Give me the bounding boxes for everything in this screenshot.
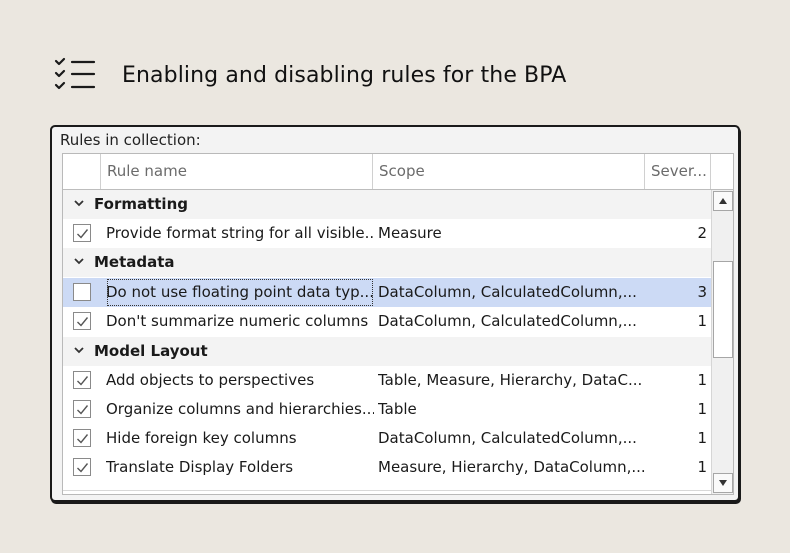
- rule-severity: 1: [697, 458, 707, 476]
- rule-enabled-checkbox[interactable]: [73, 224, 91, 242]
- rule-name: Hide foreign key columns: [106, 429, 297, 447]
- group-row-metadata[interactable]: Metadata: [63, 248, 711, 277]
- vertical-scrollbar[interactable]: [711, 190, 733, 494]
- rule-name: Organize columns and hierarchies...: [106, 400, 374, 418]
- checklist-icon: [54, 57, 96, 90]
- rule-name: Add objects to perspectives: [106, 371, 315, 389]
- chevron-down-icon[interactable]: [73, 344, 85, 356]
- checkmark-icon: [77, 317, 89, 327]
- rule-severity: 1: [697, 312, 707, 330]
- rule-name: Don't summarize numeric columns: [106, 312, 369, 330]
- rule-name: Provide format string for all visible...: [106, 224, 374, 242]
- rule-scope: Table, Measure, Hierarchy, DataC...: [378, 371, 643, 389]
- rule-scope: DataColumn, CalculatedColumn,...: [378, 312, 637, 330]
- rules-dialog: Rules in collection: Rule name Scope Sev…: [50, 125, 740, 502]
- rule-row[interactable]: Organize columns and hierarchies... Tabl…: [63, 395, 711, 424]
- rule-enabled-checkbox[interactable]: [73, 400, 91, 418]
- checkmark-icon: [77, 376, 89, 386]
- grid-header: Rule name Scope Sever...: [63, 154, 733, 190]
- checkmark-icon: [77, 405, 89, 415]
- rule-scope: Measure: [378, 224, 442, 242]
- scroll-up-button[interactable]: [713, 191, 733, 211]
- group-row-model-layout[interactable]: Model Layout: [63, 337, 711, 366]
- rule-severity: 1: [697, 400, 707, 418]
- rule-severity: 1: [697, 371, 707, 389]
- page-header: Enabling and disabling rules for the BPA: [54, 57, 566, 93]
- rule-row[interactable]: Don't summarize numeric columns DataColu…: [63, 307, 711, 336]
- checkmark-icon: [77, 434, 89, 444]
- page-title: Enabling and disabling rules for the BPA: [122, 62, 567, 88]
- arrow-down-icon: [719, 480, 727, 486]
- group-label: Model Layout: [94, 342, 208, 360]
- rule-enabled-checkbox[interactable]: [73, 312, 91, 330]
- rule-severity: 3: [697, 283, 707, 301]
- group-label: Metadata: [94, 253, 175, 271]
- rule-row[interactable]: Add objects to perspectives Table, Measu…: [63, 366, 711, 395]
- column-header-scope[interactable]: Scope: [373, 154, 645, 189]
- arrow-up-icon: [719, 198, 727, 204]
- rule-name: Do not use floating point data typ...: [106, 278, 374, 307]
- rule-scope: DataColumn, CalculatedColumn,...: [378, 283, 637, 301]
- column-header-rule-name[interactable]: Rule name: [101, 154, 373, 189]
- rule-enabled-checkbox[interactable]: [73, 458, 91, 476]
- rule-row[interactable]: Hide foreign key columns DataColumn, Cal…: [63, 424, 711, 453]
- checkmark-icon: [77, 463, 89, 473]
- scroll-down-button[interactable]: [713, 473, 733, 493]
- rule-severity: 2: [697, 224, 707, 242]
- chevron-down-icon[interactable]: [73, 197, 85, 209]
- column-header-severity[interactable]: Sever...: [645, 154, 711, 189]
- rule-row[interactable]: Translate Display Folders Measure, Hiera…: [63, 453, 711, 482]
- rule-scope: Measure, Hierarchy, DataColumn,...: [378, 458, 646, 476]
- rule-scope: Table: [378, 400, 417, 418]
- group-row-formatting[interactable]: Formatting: [63, 190, 711, 219]
- header-checkbox-column[interactable]: [63, 154, 101, 189]
- rule-row-selected[interactable]: Do not use floating point data typ... Da…: [63, 278, 711, 307]
- rule-name: Translate Display Folders: [106, 458, 294, 476]
- rule-scope: DataColumn, CalculatedColumn,...: [378, 429, 637, 447]
- rule-enabled-checkbox[interactable]: [73, 429, 91, 447]
- scrollbar-thumb[interactable]: [713, 261, 733, 358]
- rules-grid: Rule name Scope Sever... Formatting Prov…: [62, 153, 734, 495]
- collection-label: Rules in collection:: [60, 131, 201, 149]
- rule-enabled-checkbox[interactable]: [73, 283, 91, 301]
- rule-enabled-checkbox[interactable]: [73, 371, 91, 389]
- checkmark-icon: [77, 229, 89, 239]
- chevron-down-icon[interactable]: [73, 255, 85, 267]
- rule-row[interactable]: Provide format string for all visible...…: [63, 219, 711, 248]
- rule-severity: 1: [697, 429, 707, 447]
- group-label: Formatting: [94, 195, 188, 213]
- partial-row-cut-off: [63, 490, 711, 494]
